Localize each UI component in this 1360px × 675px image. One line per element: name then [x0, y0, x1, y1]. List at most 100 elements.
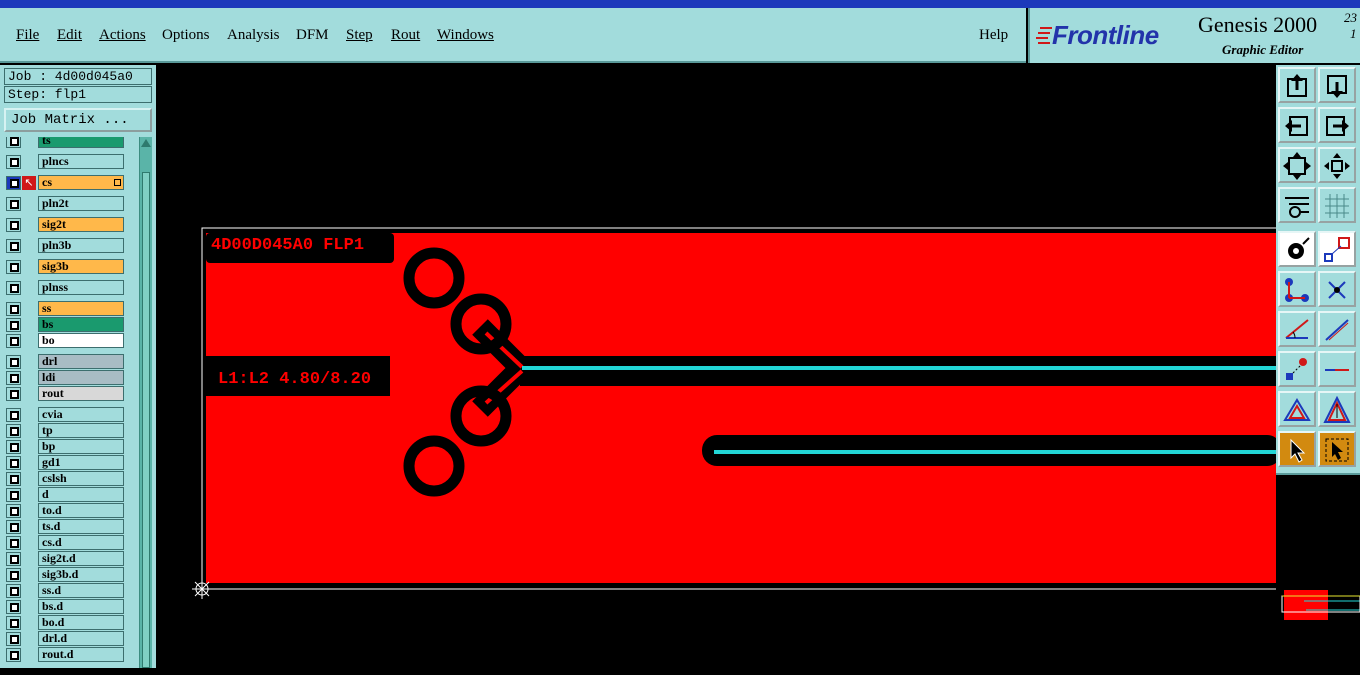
layer-checkbox[interactable] — [6, 334, 21, 348]
pointer-button[interactable] — [1278, 431, 1316, 467]
layer-name[interactable]: cslsh — [38, 471, 124, 486]
layer-row-tp[interactable]: tp — [4, 423, 138, 439]
move-left-button[interactable] — [1278, 107, 1316, 143]
layer-checkbox[interactable] — [6, 520, 21, 534]
zoom-fit-button[interactable] — [1278, 147, 1316, 183]
layer-checkbox[interactable] — [6, 504, 21, 518]
layer-checkbox[interactable] — [6, 584, 21, 598]
overview-map[interactable] — [1276, 473, 1360, 668]
layer-row-cvia[interactable]: cvia — [4, 407, 138, 423]
layer-checkbox[interactable] — [6, 600, 21, 614]
layer-checkbox[interactable] — [6, 424, 21, 438]
zoom-pan-button[interactable] — [1318, 147, 1356, 183]
layer-row-rout[interactable]: rout — [4, 386, 138, 402]
menu-dfm[interactable]: DFM — [296, 27, 329, 44]
layer-checkbox[interactable] — [6, 616, 21, 630]
layer-row-bs[interactable]: bs — [4, 317, 138, 333]
layer-row-bo-d[interactable]: bo.d — [4, 615, 138, 631]
layer-row-sig3b[interactable]: sig3b — [4, 259, 138, 275]
overview-drawing[interactable] — [1276, 475, 1360, 670]
layer-name[interactable]: cvia — [38, 407, 124, 422]
menu-actions[interactable]: Actions — [99, 27, 146, 44]
layer-name[interactable]: plnss — [38, 280, 124, 295]
layer-checkbox[interactable] — [6, 472, 21, 486]
menu-file[interactable]: File — [16, 27, 39, 44]
move-down-button[interactable] — [1318, 67, 1356, 103]
pointer-box-button[interactable] — [1318, 431, 1356, 467]
pad-button[interactable] — [1278, 231, 1316, 267]
layer-checkbox[interactable] — [6, 387, 21, 401]
layer-checkbox[interactable] — [6, 456, 21, 470]
layer-name[interactable]: cs — [38, 175, 124, 190]
job-matrix-button[interactable]: Job Matrix ... — [4, 108, 152, 132]
layer-name[interactable]: bs — [38, 317, 124, 332]
layer-name[interactable]: bo — [38, 333, 124, 348]
grid-button[interactable] — [1318, 187, 1356, 223]
layer-name[interactable]: bs.d — [38, 599, 124, 614]
layer-name[interactable]: drl.d — [38, 631, 124, 646]
net-button[interactable] — [1278, 271, 1316, 307]
menu-rout[interactable]: Rout — [391, 27, 420, 44]
layer-name[interactable]: drl — [38, 354, 124, 369]
pcb-drawing[interactable]: 4D00D045A0 FLP1 L1:L2 4.80/8.20 — [156, 65, 1283, 668]
layer-checkbox[interactable] — [6, 488, 21, 502]
layer-checkbox[interactable] — [6, 176, 21, 190]
cut-line-button[interactable] — [1318, 351, 1356, 387]
triangle-arrow-button[interactable] — [1318, 391, 1356, 427]
triangle-button[interactable] — [1278, 391, 1316, 427]
graphic-canvas[interactable]: 4D00D045A0 FLP1 L1:L2 4.80/8.20 — [156, 65, 1283, 668]
scroll-thumb[interactable] — [142, 172, 150, 668]
layer-row-sig2t[interactable]: sig2t — [4, 217, 138, 233]
menu-step[interactable]: Step — [346, 27, 373, 44]
layer-row-sig3b-d[interactable]: sig3b.d — [4, 567, 138, 583]
layer-name[interactable]: sig3b — [38, 259, 124, 274]
menu-windows[interactable]: Windows — [437, 27, 494, 44]
layer-row-cs[interactable]: ↖ cs — [4, 175, 138, 191]
layer-name[interactable]: tp — [38, 423, 124, 438]
measure-tool-button[interactable] — [1278, 187, 1316, 223]
layer-row-ts-d[interactable]: ts.d — [4, 519, 138, 535]
layer-checkbox[interactable] — [6, 536, 21, 550]
scroll-up-icon[interactable] — [141, 139, 151, 147]
layer-checkbox[interactable] — [6, 552, 21, 566]
layer-row-plncs[interactable]: plncs — [4, 154, 138, 170]
layer-row-rout-d[interactable]: rout.d — [4, 647, 138, 663]
select-shape-button[interactable] — [1318, 231, 1356, 267]
angle-button[interactable] — [1278, 311, 1316, 347]
layer-row-gd1[interactable]: gd1 — [4, 455, 138, 471]
layer-checkbox[interactable] — [6, 318, 21, 332]
layer-name[interactable]: sig3b.d — [38, 567, 124, 582]
layer-checkbox[interactable] — [6, 197, 21, 211]
layer-checkbox[interactable] — [6, 281, 21, 295]
layer-checkbox[interactable] — [6, 218, 21, 232]
layer-row-pln3b[interactable]: pln3b — [4, 238, 138, 254]
delete-x-button[interactable] — [1318, 271, 1356, 307]
layer-name[interactable]: plncs — [38, 154, 124, 169]
menu-analysis[interactable]: Analysis — [227, 27, 280, 44]
layer-row-to-d[interactable]: to.d — [4, 503, 138, 519]
layer-row-drl[interactable]: drl — [4, 354, 138, 370]
layer-name[interactable]: ts.d — [38, 519, 124, 534]
layer-checkbox[interactable] — [6, 302, 21, 316]
layer-name[interactable]: ldi — [38, 370, 124, 385]
layer-name[interactable]: rout.d — [38, 647, 124, 662]
layer-row-d[interactable]: d — [4, 487, 138, 503]
layer-checkbox[interactable] — [6, 137, 21, 148]
layer-checkbox[interactable] — [6, 408, 21, 422]
layer-checkbox[interactable] — [6, 239, 21, 253]
menu-options[interactable]: Options — [162, 27, 210, 44]
layer-name[interactable]: bp — [38, 439, 124, 454]
layer-name[interactable]: ss.d — [38, 583, 124, 598]
layer-name[interactable]: gd1 — [38, 455, 124, 470]
move-up-button[interactable] — [1278, 67, 1316, 103]
layer-name[interactable]: rout — [38, 386, 124, 401]
layer-name[interactable]: sig2t.d — [38, 551, 124, 566]
layer-row-sig2t-d[interactable]: sig2t.d — [4, 551, 138, 567]
layer-name[interactable]: sig2t — [38, 217, 124, 232]
layer-checkbox[interactable] — [6, 632, 21, 646]
layer-checkbox[interactable] — [6, 355, 21, 369]
menu-help[interactable]: Help — [979, 27, 1008, 44]
layer-name[interactable]: bo.d — [38, 615, 124, 630]
move-right-button[interactable] — [1318, 107, 1356, 143]
layer-checkbox[interactable] — [6, 648, 21, 662]
